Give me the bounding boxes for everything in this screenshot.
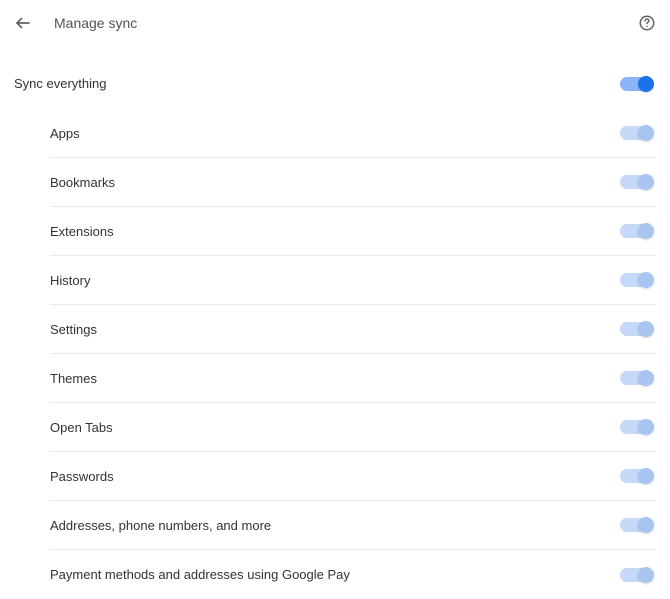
content: Sync everything Apps Bookmarks Extensions H… [0,36,670,599]
sync-item-label-apps: Apps [50,126,80,141]
sync-item-extensions: Extensions [50,207,656,256]
sync-item-label-history: History [50,273,90,288]
sync-item-toggle-settings [620,322,652,336]
page-title: Manage sync [54,15,137,31]
sync-item-toggle-history [620,273,652,287]
sync-item-label-settings: Settings [50,322,97,337]
back-arrow-icon[interactable] [14,14,32,32]
sync-item-payment-methods: Payment methods and addresses using Goog… [50,550,656,599]
sync-item-settings: Settings [50,305,656,354]
sync-item-toggle-payment-methods [620,568,652,582]
sync-item-label-extensions: Extensions [50,224,114,239]
sync-item-toggle-bookmarks [620,175,652,189]
sync-item-themes: Themes [50,354,656,403]
header-left: Manage sync [14,14,137,32]
sync-everything-toggle[interactable] [620,77,652,91]
sync-item-label-payment-methods: Payment methods and addresses using Goog… [50,567,350,582]
sync-item-toggle-themes [620,371,652,385]
header: Manage sync [0,0,670,36]
sync-item-label-open-tabs: Open Tabs [50,420,113,435]
sync-item-label-passwords: Passwords [50,469,114,484]
sync-everything-label: Sync everything [14,76,107,91]
sync-item-open-tabs: Open Tabs [50,403,656,452]
sync-item-toggle-extensions [620,224,652,238]
sync-item-toggle-addresses [620,518,652,532]
sync-item-apps: Apps [50,109,656,158]
sync-item-label-addresses: Addresses, phone numbers, and more [50,518,271,533]
sync-item-label-bookmarks: Bookmarks [50,175,115,190]
sync-item-passwords: Passwords [50,452,656,501]
sync-item-toggle-apps [620,126,652,140]
sync-everything-row: Sync everything [14,76,656,109]
sync-item-label-themes: Themes [50,371,97,386]
sync-items-list: Apps Bookmarks Extensions History Settings Th… [14,109,656,599]
sync-item-toggle-passwords [620,469,652,483]
sync-item-addresses: Addresses, phone numbers, and more [50,501,656,550]
sync-item-toggle-open-tabs [620,420,652,434]
help-icon[interactable] [638,14,656,32]
sync-item-history: History [50,256,656,305]
sync-item-bookmarks: Bookmarks [50,158,656,207]
